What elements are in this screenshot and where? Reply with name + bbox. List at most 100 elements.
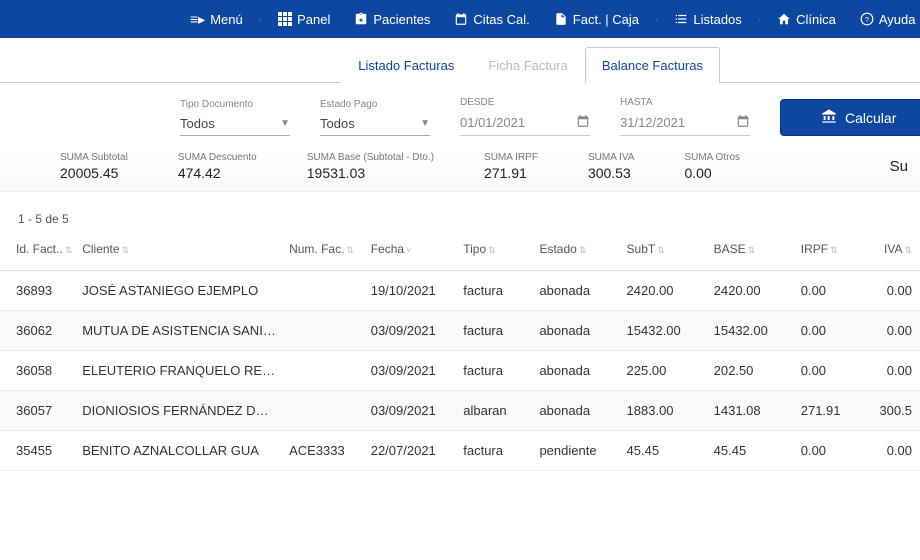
tabs-bar: Listado Facturas Ficha Factura Balance F… bbox=[0, 38, 920, 83]
hasta-date-input[interactable]: 31/12/2021 bbox=[620, 110, 750, 136]
cell-tipo: albaran bbox=[457, 391, 533, 431]
cell-fecha: 03/09/2021 bbox=[365, 351, 458, 391]
dropdown-icon: ▼ bbox=[280, 118, 290, 129]
nav-listados[interactable]: Listados bbox=[664, 6, 751, 33]
svg-text:?: ? bbox=[865, 15, 869, 24]
sum-otros: SUMA Otros 0.00 bbox=[684, 152, 740, 181]
date-value: 31/12/2021 bbox=[620, 115, 685, 130]
cell-iva: 0.00 bbox=[866, 431, 920, 471]
nav-panel[interactable]: Panel bbox=[268, 6, 340, 33]
filter-hasta: HASTA 31/12/2021 bbox=[620, 97, 750, 136]
cell-subt: 1883.00 bbox=[621, 391, 708, 431]
tab-listado-facturas[interactable]: Listado Facturas bbox=[341, 47, 471, 83]
cell-irpf: 0.00 bbox=[795, 311, 866, 351]
filter-estado-pago: Estado Pago Todos ▼ bbox=[320, 99, 430, 136]
col-estado[interactable]: Estado⇅ bbox=[533, 230, 620, 271]
sort-icon: ⇅ bbox=[65, 245, 73, 256]
nav-fact[interactable]: Fact. | Caja bbox=[544, 6, 649, 33]
grid-icon bbox=[278, 12, 292, 26]
nav-panel-label: Panel bbox=[297, 12, 330, 27]
cell-numfac bbox=[283, 351, 365, 391]
cell-fecha: 22/07/2021 bbox=[365, 431, 458, 471]
sum-label: SUMA Otros bbox=[684, 152, 740, 163]
cell-irpf: 0.00 bbox=[795, 431, 866, 471]
col-irpf[interactable]: IRPF⇅ bbox=[795, 230, 866, 271]
cell-iva: 300.5 bbox=[866, 391, 920, 431]
nav-listados-label: Listados bbox=[693, 12, 741, 27]
col-fecha[interactable]: Fecha˅ bbox=[365, 230, 458, 271]
nav-citas[interactable]: Citas Cal. bbox=[444, 6, 539, 33]
patients-icon bbox=[354, 12, 368, 26]
sum-value: 19531.03 bbox=[307, 165, 434, 181]
menu-icon: ≡▸ bbox=[190, 11, 205, 28]
sum-value: 300.53 bbox=[588, 165, 635, 181]
calendar-icon bbox=[454, 12, 468, 26]
sum-label: SUMA Descuento bbox=[178, 152, 257, 163]
help-icon: ? bbox=[860, 12, 874, 26]
col-id[interactable]: Id. Fact..⇅ bbox=[0, 230, 76, 271]
cell-id: 36062 bbox=[0, 311, 76, 351]
filter-label: DESDE bbox=[460, 97, 590, 108]
cell-base: 15432.00 bbox=[708, 311, 795, 351]
table-row[interactable]: 36062MUTUA DE ASISTENCIA SANITARI03/09/2… bbox=[0, 311, 920, 351]
dropdown-icon: ▼ bbox=[420, 118, 430, 129]
col-base[interactable]: BASE⇅ bbox=[708, 230, 795, 271]
col-subt[interactable]: SubT⇅ bbox=[621, 230, 708, 271]
filter-label: Estado Pago bbox=[320, 99, 430, 110]
home-icon bbox=[777, 12, 791, 26]
nav-ayuda[interactable]: ? Ayuda bbox=[850, 6, 920, 33]
sort-icon: ⇅ bbox=[488, 245, 496, 256]
cell-irpf: 0.00 bbox=[795, 271, 866, 311]
cell-estado: abonada bbox=[533, 271, 620, 311]
sum-label: SUMA IRPF bbox=[484, 152, 538, 163]
table-row[interactable]: 36057DIONIOSIOS FERNÁNDEZ DE FLOR03/09/2… bbox=[0, 391, 920, 431]
table-row[interactable]: 36893JOSÉ ASTANIEGO EJEMPLO19/10/2021fac… bbox=[0, 271, 920, 311]
col-numfac[interactable]: Num. Fac.⇅ bbox=[283, 230, 365, 271]
sum-trailing: Su bbox=[890, 158, 910, 175]
calendar-icon bbox=[736, 114, 750, 131]
cell-id: 36893 bbox=[0, 271, 76, 311]
nav-pacientes[interactable]: Pacientes bbox=[344, 6, 440, 33]
cell-subt: 45.45 bbox=[621, 431, 708, 471]
sum-label: SUMA Subtotal bbox=[60, 152, 128, 163]
sort-desc-icon: ˅ bbox=[406, 245, 411, 255]
cell-base: 45.45 bbox=[708, 431, 795, 471]
cell-iva: 0.00 bbox=[866, 271, 920, 311]
nav-clinica-label: Clínica bbox=[796, 12, 836, 27]
chevron-icon: › bbox=[653, 14, 660, 25]
sum-label: SUMA IVA bbox=[588, 152, 635, 163]
tab-ficha-factura[interactable]: Ficha Factura bbox=[471, 47, 584, 83]
sum-irpf: SUMA IRPF 271.91 bbox=[484, 152, 538, 181]
cell-fecha: 03/09/2021 bbox=[365, 311, 458, 351]
col-tipo[interactable]: Tipo⇅ bbox=[457, 230, 533, 271]
sort-icon: ⇅ bbox=[830, 245, 838, 256]
estado-pago-select[interactable]: Todos ▼ bbox=[320, 112, 430, 136]
tipo-documento-select[interactable]: Todos ▼ bbox=[180, 112, 290, 136]
cell-numfac bbox=[283, 311, 365, 351]
nav-clinica[interactable]: Clínica bbox=[767, 6, 846, 33]
nav-menu-label: Menú bbox=[210, 12, 243, 27]
select-value: Todos bbox=[320, 116, 355, 131]
chevron-icon: › bbox=[257, 14, 264, 25]
cell-cliente: DIONIOSIOS FERNÁNDEZ DE FLOR bbox=[76, 391, 283, 431]
list-icon bbox=[674, 12, 688, 26]
nav-citas-label: Citas Cal. bbox=[473, 12, 529, 27]
tab-balance-facturas[interactable]: Balance Facturas bbox=[585, 47, 720, 83]
sum-subtotal: SUMA Subtotal 20005.45 bbox=[60, 152, 128, 181]
summary-row: SUMA Subtotal 20005.45 SUMA Descuento 47… bbox=[0, 146, 920, 192]
sum-value: 20005.45 bbox=[60, 165, 128, 181]
table-row[interactable]: 36058ELEUTERIO FRANQUELO REMILGO03/09/20… bbox=[0, 351, 920, 391]
col-iva[interactable]: IVA⇅ bbox=[866, 230, 920, 271]
col-cliente[interactable]: Cliente⇅ bbox=[76, 230, 283, 271]
nav-pacientes-label: Pacientes bbox=[373, 12, 430, 27]
table-row[interactable]: 35455BENITO AZNALCOLLAR GUAACE333322/07/… bbox=[0, 431, 920, 471]
cell-subt: 2420.00 bbox=[621, 271, 708, 311]
cell-cliente: ELEUTERIO FRANQUELO REMILGO bbox=[76, 351, 283, 391]
calcular-button[interactable]: Calcular bbox=[780, 99, 920, 136]
cell-irpf: 271.91 bbox=[795, 391, 866, 431]
desde-date-input[interactable]: 01/01/2021 bbox=[460, 110, 590, 136]
sort-icon: ⇅ bbox=[579, 245, 587, 256]
sum-label: SUMA Base (Subtotal - Dto.) bbox=[307, 152, 434, 163]
sort-icon: ⇅ bbox=[904, 245, 912, 256]
nav-menu[interactable]: ≡▸ Menú bbox=[180, 5, 253, 34]
